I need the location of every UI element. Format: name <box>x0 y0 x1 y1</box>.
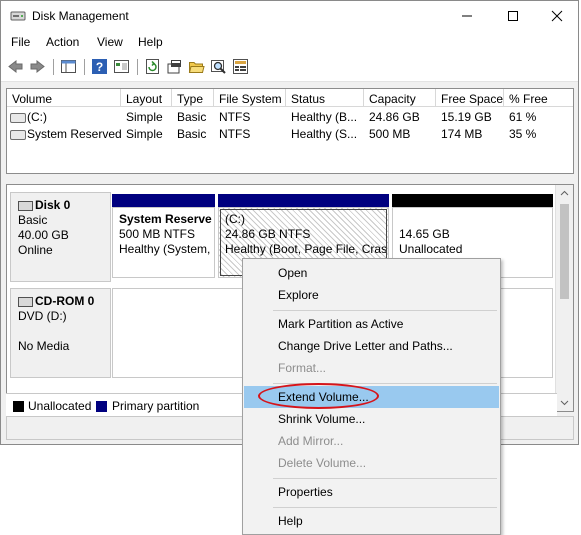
menu-item-add-mirror[interactable]: Add Mirror... <box>244 430 499 452</box>
volume-list[interactable]: Volume Layout Type File System Status Ca… <box>6 88 574 174</box>
column-type[interactable]: Type <box>172 89 214 107</box>
menu-item-format[interactable]: Format... <box>244 357 499 379</box>
search-icon[interactable] <box>210 58 227 75</box>
partition-bar <box>218 194 389 207</box>
open-folder-icon[interactable] <box>188 58 205 75</box>
maximize-button[interactable] <box>490 1 536 31</box>
menu-bar: File Action View Help <box>1 31 578 53</box>
help-icon[interactable]: ? <box>91 58 108 75</box>
vertical-scrollbar[interactable] <box>555 185 573 411</box>
disk-0-label[interactable]: Disk 0 Basic 40.00 GB Online <box>10 192 111 282</box>
menu-item-open[interactable]: Open <box>244 262 499 284</box>
disk-management-icon <box>10 9 26 23</box>
properties-view-icon[interactable] <box>113 58 130 75</box>
column-free-space[interactable]: Free Space <box>436 89 504 107</box>
menu-item-delete-volume[interactable]: Delete Volume... <box>244 452 499 474</box>
list-view-icon[interactable] <box>232 58 249 75</box>
menu-item-change-drive-letter[interactable]: Change Drive Letter and Paths... <box>244 335 499 357</box>
close-button[interactable] <box>534 1 580 31</box>
primary-partition-swatch <box>96 401 107 412</box>
close-icon <box>551 10 563 22</box>
unallocated-swatch <box>13 401 24 412</box>
column-capacity[interactable]: Capacity <box>364 89 436 107</box>
column-status[interactable]: Status <box>286 89 364 107</box>
legend-label: Primary partition <box>112 399 200 413</box>
scrollbar-thumb[interactable] <box>560 204 569 299</box>
column-volume[interactable]: Volume <box>7 89 121 107</box>
cd-drive-icon <box>18 296 33 307</box>
svg-text:?: ? <box>96 60 103 74</box>
menu-item-properties[interactable]: Properties <box>244 481 499 503</box>
menu-item-help[interactable]: Help <box>244 510 499 532</box>
minimize-icon <box>462 15 472 17</box>
column-percent-free[interactable]: % Free <box>504 89 573 107</box>
column-layout[interactable]: Layout <box>121 89 172 107</box>
annotation-ellipse <box>258 383 379 409</box>
menu-view[interactable]: View <box>97 35 123 49</box>
menu-separator <box>273 478 497 479</box>
show-hide-console-tree-icon[interactable] <box>60 58 77 75</box>
menu-separator <box>273 507 497 508</box>
legend-label: Unallocated <box>28 399 92 413</box>
cdrom-0-label[interactable]: CD-ROM 0 DVD (D:) No Media <box>10 288 111 378</box>
menu-separator <box>273 310 497 311</box>
menu-item-mark-active[interactable]: Mark Partition as Active <box>244 313 499 335</box>
volume-drive-icon <box>10 130 26 140</box>
title-bar[interactable]: Disk Management <box>1 1 578 31</box>
partition-bar <box>112 194 215 207</box>
scroll-down-icon[interactable] <box>556 394 573 411</box>
rescan-disks-icon[interactable] <box>144 58 161 75</box>
menu-help[interactable]: Help <box>138 35 163 49</box>
partition-bar <box>392 194 553 207</box>
volume-drive-icon <box>10 113 26 123</box>
disk-icon <box>18 200 33 211</box>
partition-system-reserved[interactable]: System Reserve 500 MB NTFS Healthy (Syst… <box>112 194 215 278</box>
scroll-up-icon[interactable] <box>556 185 573 202</box>
back-icon[interactable] <box>7 58 24 75</box>
maximize-icon <box>508 11 518 21</box>
menu-item-shrink-volume[interactable]: Shrink Volume... <box>244 408 499 430</box>
column-file-system[interactable]: File System <box>214 89 286 107</box>
disk-properties-icon[interactable] <box>166 58 183 75</box>
window-title: Disk Management <box>32 9 129 23</box>
toolbar: ? <box>1 53 578 82</box>
minimize-button[interactable] <box>444 1 490 31</box>
menu-file[interactable]: File <box>11 35 30 49</box>
forward-icon[interactable] <box>29 58 46 75</box>
menu-action[interactable]: Action <box>46 35 79 49</box>
menu-item-explore[interactable]: Explore <box>244 284 499 306</box>
